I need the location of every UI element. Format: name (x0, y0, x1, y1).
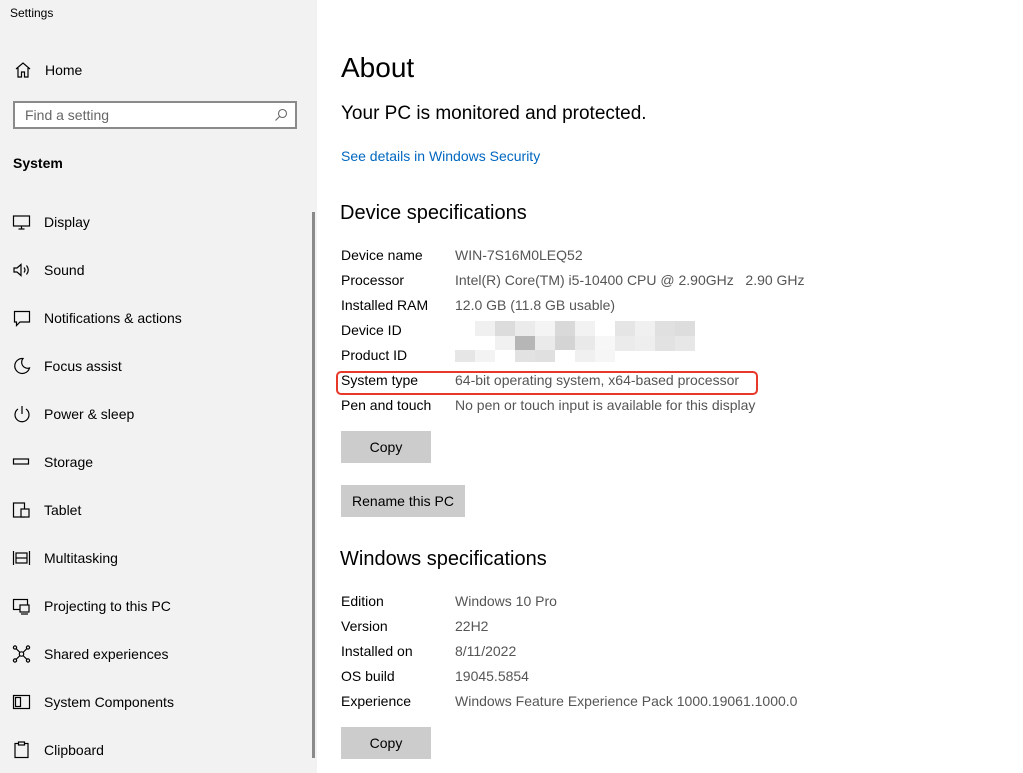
spec-label: Edition (341, 593, 384, 609)
redacted-product-id (455, 350, 615, 362)
clipboard-icon (14, 741, 29, 759)
copy-device-specs-button[interactable]: Copy (341, 431, 431, 463)
sidebar-item-label: Storage (44, 454, 94, 470)
protection-status-text: Your PC is monitored and protected. (341, 103, 647, 124)
device-specifications-heading: Device specifications (340, 202, 527, 224)
windows-security-link[interactable]: See details in Windows Security (341, 148, 540, 164)
spec-value: 8/11/2022 (455, 643, 517, 659)
search-icon[interactable] (273, 107, 289, 123)
settings-window: Settings Home System Display (0, 0, 1023, 773)
storage-icon (12, 458, 30, 465)
spec-value: No pen or touch input is available for t… (455, 397, 756, 413)
page-title: About (341, 52, 415, 83)
spec-value: WIN-7S16M0LEQ52 (455, 247, 583, 263)
sidebar-item-projecting[interactable]: Projecting to this PC (0, 582, 312, 630)
spec-row-version: Version 22H2 (341, 616, 1001, 638)
sidebar-item-label: Display (44, 214, 90, 230)
sidebar-item-label: Multitasking (44, 550, 118, 566)
sidebar-item-label: System Components (44, 694, 174, 710)
sidebar-item-label: Home (45, 62, 83, 78)
spec-label: Device ID (341, 322, 402, 338)
spec-row-device-name: Device name WIN-7S16M0LEQ52 (341, 245, 1001, 267)
search-box (13, 101, 297, 129)
spec-value: 22H2 (455, 618, 489, 634)
sidebar-item-display[interactable]: Display (0, 198, 312, 246)
spec-value: Intel(R) Core(TM) i5-10400 CPU @ 2.90GHz… (455, 272, 805, 288)
spec-row-os-build: OS build 19045.5854 (341, 666, 1001, 688)
sidebar-item-notifications[interactable]: Notifications & actions (0, 294, 312, 342)
spec-label: Pen and touch (341, 397, 432, 413)
sidebar-item-label: Tablet (44, 502, 82, 518)
spec-label: Device name (341, 247, 423, 263)
sidebar: Settings Home System Display (0, 0, 317, 773)
sidebar-item-tablet[interactable]: Tablet (0, 486, 312, 534)
moon-icon (14, 357, 31, 375)
sidebar-item-clipboard[interactable]: Clipboard (0, 726, 312, 773)
spec-label: Experience (341, 693, 412, 709)
spec-value: Windows Feature Experience Pack 1000.190… (455, 693, 798, 709)
highlight-annotation (336, 371, 758, 395)
sidebar-item-label: Shared experiences (44, 646, 169, 662)
home-icon (15, 62, 31, 78)
spec-label: Version (341, 618, 388, 634)
windows-specifications-heading: Windows specifications (340, 548, 547, 570)
sidebar-item-sound[interactable]: Sound (0, 246, 312, 294)
multitasking-icon (12, 551, 31, 565)
sidebar-item-label: Sound (44, 262, 85, 278)
sidebar-item-storage[interactable]: Storage (0, 438, 312, 486)
app-title: Settings (10, 6, 54, 20)
sound-icon (13, 263, 29, 277)
spec-row-pen-touch: Pen and touch No pen or touch input is a… (341, 395, 1001, 417)
sidebar-item-label: Clipboard (44, 742, 104, 758)
spec-value: 19045.5854 (455, 668, 529, 684)
sidebar-item-label: Projecting to this PC (44, 598, 171, 614)
nav-list: Display Sound Notifications & actions Fo… (0, 198, 312, 773)
sidebar-item-power-sleep[interactable]: Power & sleep (0, 390, 312, 438)
spec-value: Windows 10 Pro (455, 593, 557, 609)
sidebar-item-multitasking[interactable]: Multitasking (0, 534, 312, 582)
sidebar-item-label: Power & sleep (44, 406, 135, 422)
sidebar-item-shared-experiences[interactable]: Shared experiences (0, 630, 312, 678)
tablet-icon (12, 502, 30, 518)
spec-row-installed-ram: Installed RAM 12.0 GB (11.8 GB usable) (341, 295, 1001, 317)
display-icon (12, 215, 31, 230)
sidebar-scrollbar[interactable] (312, 212, 315, 758)
spec-label: Product ID (341, 347, 408, 363)
main-content: About Your PC is monitored and protected… (317, 0, 1023, 773)
spec-label: Installed on (341, 643, 413, 659)
notifications-icon (13, 310, 31, 327)
spec-label: Processor (341, 272, 405, 288)
projecting-icon (12, 598, 30, 615)
sidebar-item-focus-assist[interactable]: Focus assist (0, 342, 312, 390)
spec-row-experience: Experience Windows Feature Experience Pa… (341, 691, 1001, 713)
spec-label: OS build (341, 668, 395, 684)
rename-pc-button[interactable]: Rename this PC (341, 485, 465, 517)
system-components-icon (12, 694, 31, 710)
sidebar-item-label: Notifications & actions (44, 310, 182, 326)
copy-windows-specs-button[interactable]: Copy (341, 727, 431, 759)
sidebar-item-system-components[interactable]: System Components (0, 678, 312, 726)
spec-row-processor: Processor Intel(R) Core(TM) i5-10400 CPU… (341, 270, 1001, 292)
sidebar-item-home[interactable]: Home (0, 56, 317, 84)
spec-label: Installed RAM (341, 297, 429, 313)
shared-experiences-icon (12, 645, 31, 663)
spec-row-edition: Edition Windows 10 Pro (341, 591, 1001, 613)
power-icon (14, 406, 30, 423)
search-input[interactable] (15, 103, 265, 127)
spec-value: 12.0 GB (11.8 GB usable) (455, 297, 616, 313)
spec-row-installed-on: Installed on 8/11/2022 (341, 641, 1001, 663)
section-title: System (13, 155, 63, 171)
sidebar-item-label: Focus assist (44, 358, 122, 374)
